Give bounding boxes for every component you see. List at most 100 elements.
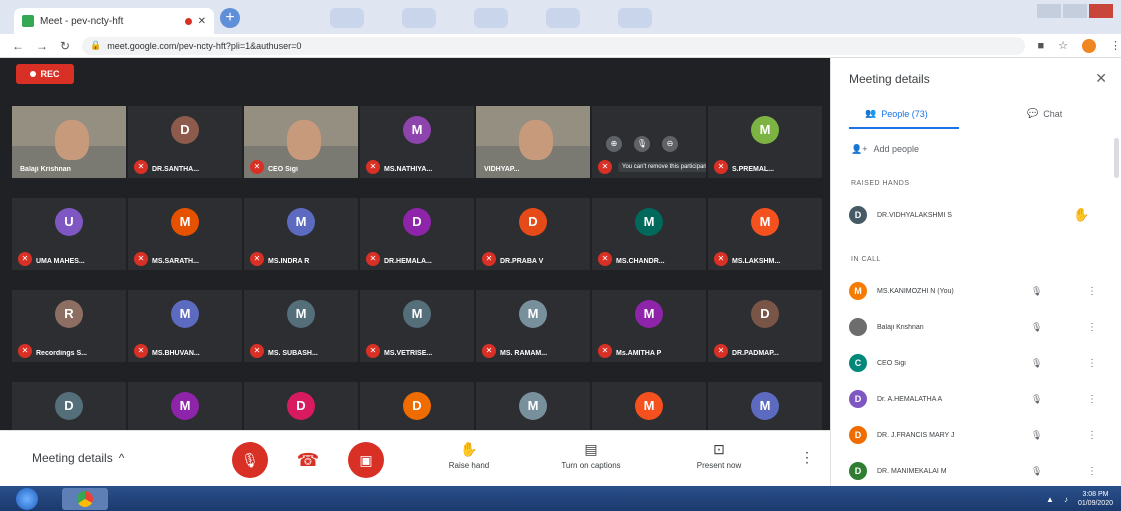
remove-icon[interactable]: ⊖ [662, 136, 678, 152]
participant-tile[interactable]: M ✕ MS.NATHIYA... [360, 106, 474, 178]
pin-icon[interactable]: ⊕ [606, 136, 622, 152]
minimize-button[interactable] [1037, 4, 1061, 18]
background-tab[interactable] [402, 8, 436, 28]
screen: Meet - pev-ncty-hft ✕ + ← → ↻ 🔒 meet.goo… [0, 0, 1121, 511]
participant-tile[interactable]: M ✕ S.PREMAL... [708, 106, 822, 178]
present-now-button[interactable]: ⊡ Present now [674, 441, 764, 470]
more-options-icon[interactable]: ⋮ [800, 449, 814, 466]
clock[interactable]: 3:08 PM 01/09/2020 [1078, 490, 1113, 508]
participant-list-item[interactable]: D DR.VIDHYALAKSHMI S ✋ [849, 204, 1105, 226]
participant-list-name: MS.KANIMOZHI N (You) [877, 287, 954, 295]
participant-avatar: D [287, 392, 315, 420]
mute-icon[interactable]: 🎙 [634, 136, 650, 152]
background-tab[interactable] [546, 8, 580, 28]
mic-off-icon: 🎙 [241, 452, 259, 468]
tab-people[interactable]: 👥 People (73) [865, 108, 928, 119]
participant-tile[interactable]: M ✕ MS. SUBASH... [244, 290, 358, 362]
url-field[interactable]: 🔒 meet.google.com/pev-ncty-hft?pli=1&aut… [82, 36, 1026, 55]
mic-muted-icon: ✕ [598, 252, 612, 266]
participant-tile[interactable]: D ✕ DR.PRABA V [476, 198, 590, 270]
network-icon[interactable]: ▲ [1046, 495, 1054, 504]
participant-more-icon[interactable]: ⋮ [1087, 394, 1097, 405]
participant-more-icon[interactable]: ⋮ [1087, 358, 1097, 369]
raise-hand-label: Raise hand [448, 461, 490, 470]
raise-hand-button[interactable]: ✋ Raise hand [424, 441, 514, 470]
present-icon: ⊡ [713, 441, 725, 457]
participant-tile[interactable]: D ✕ DR.PADMAP... [708, 290, 822, 362]
camera-off-icon: ▣ [359, 452, 373, 468]
maximize-button[interactable] [1063, 4, 1087, 18]
hand-icon: ✋ [460, 441, 478, 457]
chat-tab-label: Chat [1043, 108, 1063, 119]
participant-tile[interactable]: M ✕ MS.CHANDR... [592, 198, 706, 270]
participant-more-icon[interactable]: ⋮ [1087, 430, 1097, 441]
background-tab[interactable] [618, 8, 652, 28]
browser-tab[interactable]: Meet - pev-ncty-hft ✕ [14, 8, 214, 34]
participant-avatar: D [751, 300, 779, 328]
reload-icon[interactable]: ↻ [60, 39, 70, 53]
participant-list-item[interactable]: D Dr. A.HEMALATHA A 🎙 ⋮ [849, 388, 1105, 410]
url-text: meet.google.com/pev-ncty-hft?pli=1&authu… [107, 40, 302, 51]
leave-call-button[interactable]: ☎ [290, 442, 326, 478]
participant-more-icon[interactable]: ⋮ [1087, 322, 1097, 333]
mic-muted-icon: ✕ [366, 252, 380, 266]
participant-tile[interactable]: D ✕ DR.SANTHA... [128, 106, 242, 178]
participant-tile[interactable]: M ✕ MS.SARATH... [128, 198, 242, 270]
avatar: D [849, 390, 867, 408]
participant-list-item[interactable]: D DR. MANIMEKALAI M 🎙 ⋮ [849, 460, 1105, 482]
volume-icon[interactable]: ♪ [1064, 495, 1068, 504]
participant-avatar: M [171, 300, 199, 328]
participant-tile[interactable]: R ✕ Recordings S... [12, 290, 126, 362]
raised-hand-icon[interactable]: ✋ [1073, 207, 1089, 223]
bookmark-star-icon[interactable]: ☆ [1058, 39, 1068, 52]
participant-list-item[interactable]: M MS.KANIMOZHI N (You) 🎙 ⋮ [849, 280, 1105, 302]
meeting-details-toggle[interactable]: Meeting details ^ [32, 451, 124, 465]
background-tab[interactable] [330, 8, 364, 28]
participant-list-name: DR.VIDHYALAKSHMI S [877, 211, 952, 219]
background-tab[interactable] [474, 8, 508, 28]
participant-tile[interactable]: M ✕ Ms.AMITHA P [592, 290, 706, 362]
participant-avatar: M [287, 208, 315, 236]
participant-tile[interactable]: Balaji Krishnan [12, 106, 126, 178]
mic-status-icon: 🎙 [1031, 357, 1043, 368]
participant-more-icon[interactable]: ⋮ [1087, 286, 1097, 297]
participant-tile[interactable]: U ✕ UMA MAHES... [12, 198, 126, 270]
tab-chat[interactable]: 💬 Chat [1027, 108, 1062, 119]
mic-toggle-button[interactable]: 🎙 [232, 442, 268, 478]
participant-tile[interactable]: M ✕ MS. RAMAM... [476, 290, 590, 362]
participant-tile[interactable]: M ✕ MS.BHUVAN... [128, 290, 242, 362]
new-tab-button[interactable]: + [220, 8, 240, 28]
participant-tile[interactable]: D ✕ DR.HEMALA... [360, 198, 474, 270]
participant-tile[interactable]: VIDHYAP... [476, 106, 590, 178]
mic-muted-icon: ✕ [134, 160, 148, 174]
participant-tile[interactable]: M ✕ MS.LAKSHM... [708, 198, 822, 270]
participant-list-item[interactable]: Balaji Krishnan 🎙 ⋮ [849, 316, 1105, 338]
participant-list-item[interactable]: C CEO Sigi 🎙 ⋮ [849, 352, 1105, 374]
panel-scrollbar[interactable] [1114, 138, 1119, 178]
avatar: M [849, 282, 867, 300]
forward-icon[interactable]: → [36, 39, 48, 53]
add-people-button[interactable]: 👤+ Add people [851, 144, 919, 155]
close-tab-icon[interactable]: ✕ [198, 16, 206, 27]
participant-avatar: M [635, 300, 663, 328]
browser-menu-icon[interactable]: ⋮ [1110, 39, 1121, 52]
captions-button[interactable]: ▤ Turn on captions [546, 441, 636, 470]
participant-tile[interactable]: M ✕ MS.INDRA R [244, 198, 358, 270]
profile-avatar[interactable] [1082, 38, 1096, 53]
tooltip: You can't remove this participant [618, 162, 706, 172]
participant-list-item[interactable]: D DR. J.FRANCIS MARY J 🎙 ⋮ [849, 424, 1105, 446]
avatar [849, 318, 867, 336]
close-icon[interactable]: ✕ [1095, 70, 1107, 87]
participant-grid: Balaji Krishnan D ✕ DR.SANTHA... ✕ CEO Sigi M ✕… [12, 106, 822, 454]
participant-tile[interactable]: M ✕ MS.VETRISE... [360, 290, 474, 362]
back-icon[interactable]: ← [12, 39, 24, 53]
camera-toggle-button[interactable]: ▣ [348, 442, 384, 478]
camera-permission-icon[interactable]: ■ [1037, 40, 1044, 52]
close-window-button[interactable] [1089, 4, 1113, 18]
participant-more-icon[interactable]: ⋮ [1087, 466, 1097, 477]
start-button[interactable] [16, 488, 38, 510]
chevron-up-icon: ^ [118, 451, 125, 465]
taskbar-chrome-button[interactable] [62, 488, 108, 510]
participant-tile[interactable]: ⊕ 🎙 ⊖ You can't remove this participant ✕ [592, 106, 706, 178]
participant-tile[interactable]: ✕ CEO Sigi [244, 106, 358, 178]
